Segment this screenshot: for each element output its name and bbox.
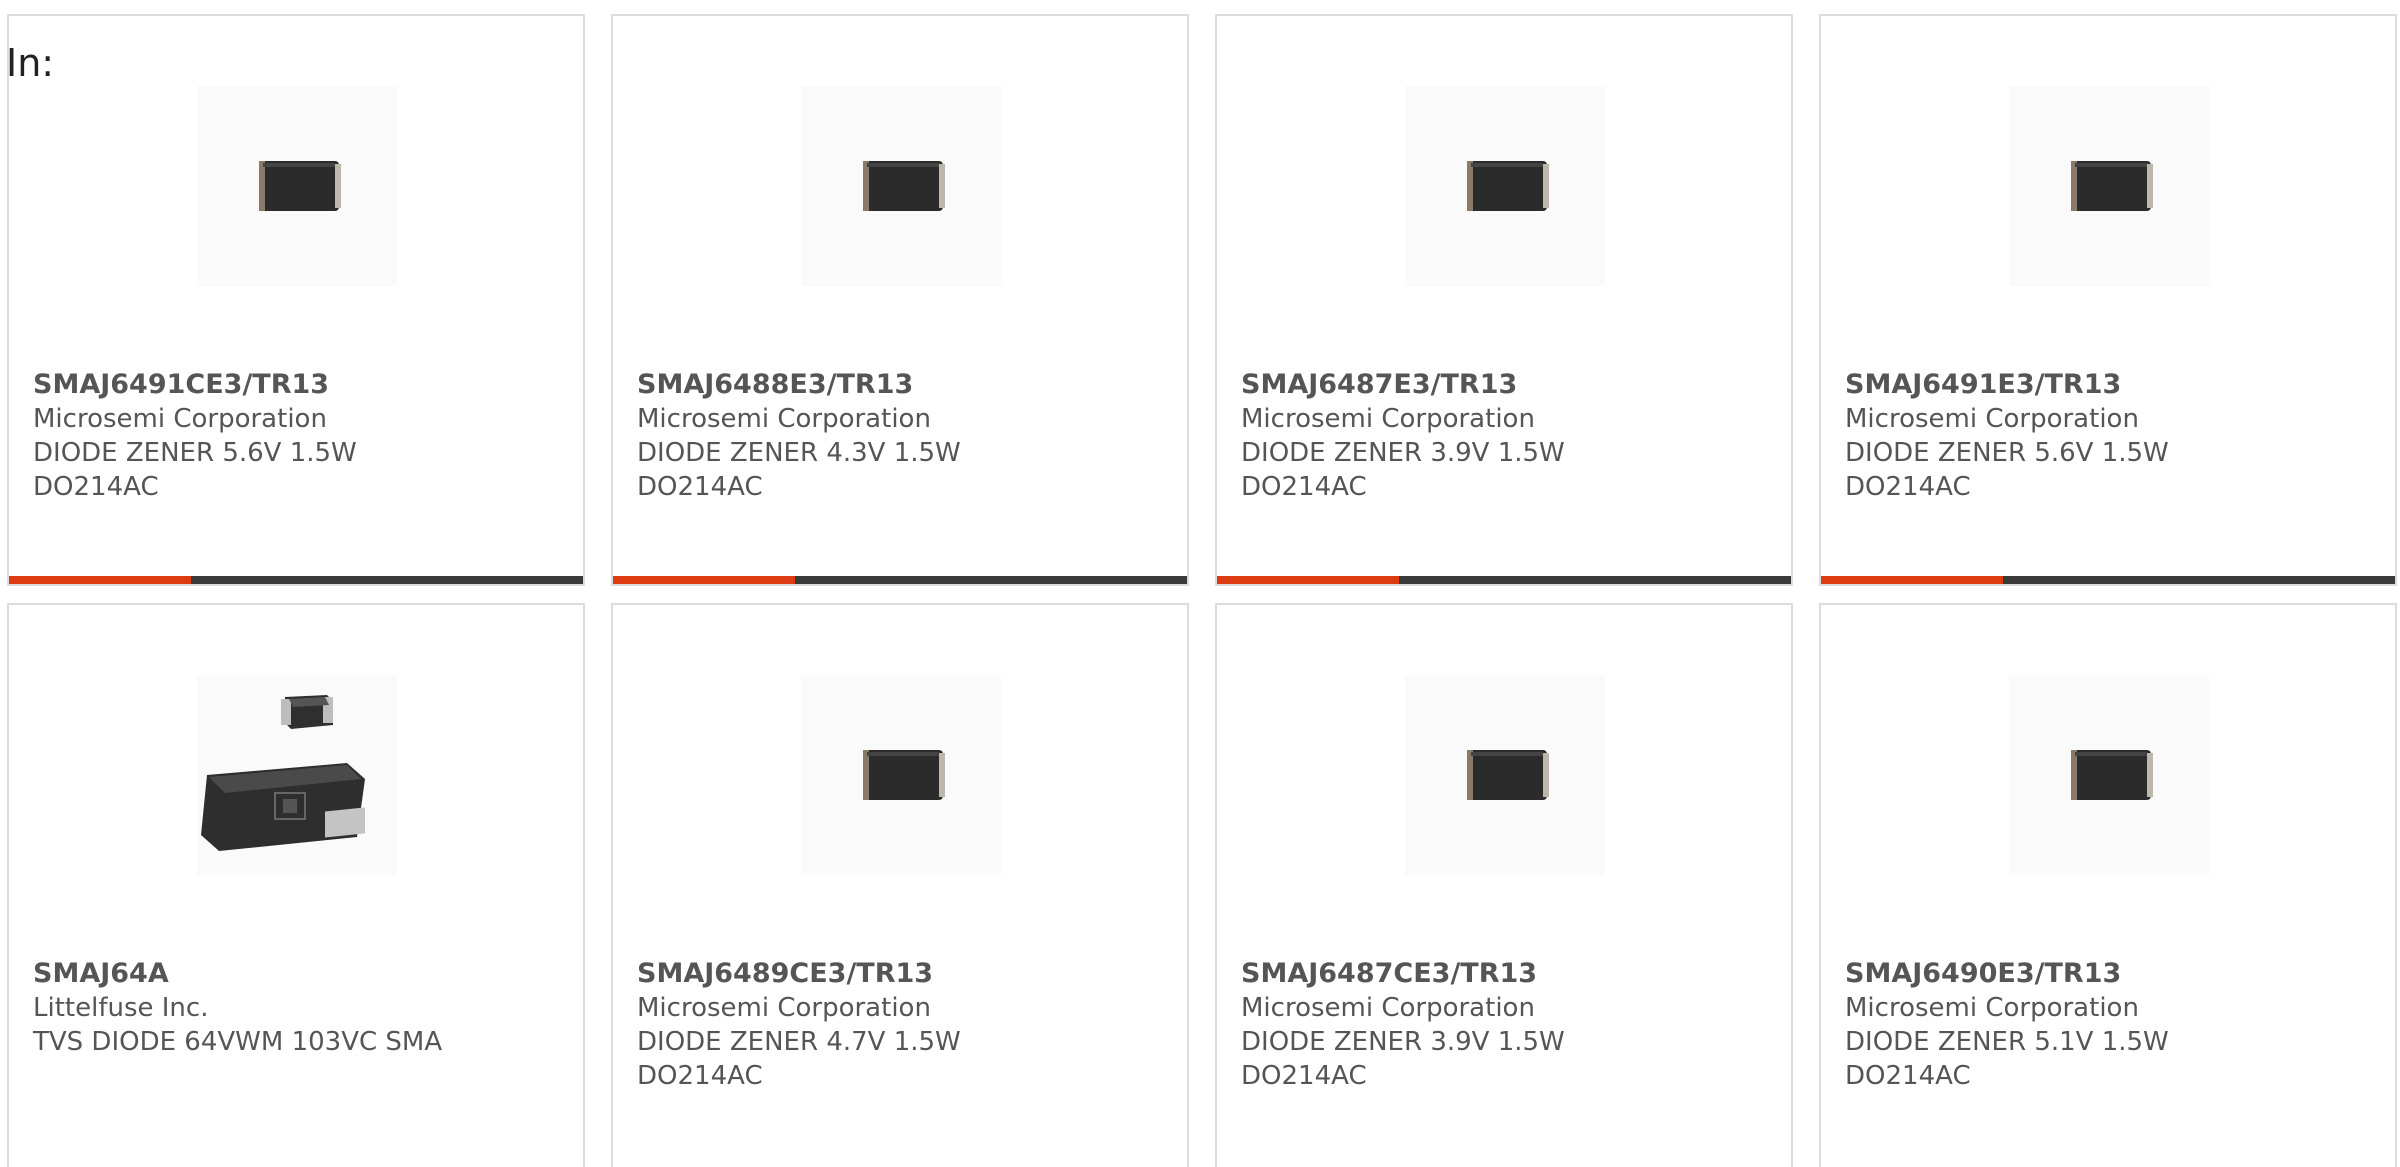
part-number-link[interactable]: SMAJ6489CE3/TR13 xyxy=(637,957,1177,991)
product-info: SMAJ6487CE3/TR13 Microsemi Corporation D… xyxy=(1241,957,1781,1093)
product-info: SMAJ6491E3/TR13 Microsemi Corporation DI… xyxy=(1845,368,2385,504)
manufacturer: Microsemi Corporation xyxy=(637,404,931,434)
description: DIODE ZENER 4.7V 1.5W xyxy=(637,1027,961,1057)
part-number-link[interactable]: SMAJ6488E3/TR13 xyxy=(637,368,1177,402)
package: DO214AC xyxy=(1241,472,1367,502)
description: DIODE ZENER 3.9V 1.5W xyxy=(1241,438,1565,468)
product-info: SMAJ6488E3/TR13 Microsemi Corporation DI… xyxy=(637,368,1177,504)
product-info: SMAJ6491CE3/TR13 Microsemi Corporation D… xyxy=(33,368,573,504)
product-info: SMAJ6489CE3/TR13 Microsemi Corporation D… xyxy=(637,957,1177,1093)
description: DIODE ZENER 3.9V 1.5W xyxy=(1241,1027,1565,1057)
product-card[interactable]: SMAJ64A Littelfuse Inc. TVS DIODE 64VWM … xyxy=(7,603,585,1167)
product-card[interactable]: SMAJ6487CE3/TR13 Microsemi Corporation D… xyxy=(1215,603,1793,1167)
tvs-diode-package-icon[interactable] xyxy=(197,675,397,875)
product-info: SMAJ64A Littelfuse Inc. TVS DIODE 64VWM … xyxy=(33,957,573,1059)
product-info: SMAJ6490E3/TR13 Microsemi Corporation DI… xyxy=(1845,957,2385,1093)
package: DO214AC xyxy=(1845,472,1971,502)
description: DIODE ZENER 5.6V 1.5W xyxy=(1845,438,2169,468)
card-accent xyxy=(613,576,795,584)
manufacturer: Microsemi Corporation xyxy=(1845,993,2139,1023)
card-bottom-bar xyxy=(1217,576,1791,584)
part-number-link[interactable]: SMAJ6487CE3/TR13 xyxy=(1241,957,1781,991)
description: TVS DIODE 64VWM 103VC SMA xyxy=(33,1027,443,1057)
product-card[interactable]: SMAJ6490E3/TR13 Microsemi Corporation DI… xyxy=(1819,603,2397,1167)
description: DIODE ZENER 5.1V 1.5W xyxy=(1845,1027,2169,1057)
manufacturer: Microsemi Corporation xyxy=(1845,404,2139,434)
description: DIODE ZENER 4.3V 1.5W xyxy=(637,438,961,468)
part-number-link[interactable]: SMAJ64A xyxy=(33,957,573,991)
filter-label: In: xyxy=(6,41,55,85)
card-accent xyxy=(9,576,191,584)
card-bottom-bar xyxy=(1821,576,2395,584)
smd-diode-icon[interactable] xyxy=(801,86,1001,286)
manufacturer: Microsemi Corporation xyxy=(33,404,327,434)
product-card[interactable]: SMAJ6487E3/TR13 Microsemi Corporation DI… xyxy=(1215,14,1793,586)
manufacturer: Littelfuse Inc. xyxy=(33,993,209,1023)
product-card[interactable]: SMAJ6491E3/TR13 Microsemi Corporation DI… xyxy=(1819,14,2397,586)
card-accent xyxy=(1821,576,2003,584)
smd-diode-icon[interactable] xyxy=(801,675,1001,875)
smd-diode-icon[interactable] xyxy=(1405,86,1605,286)
product-card[interactable]: SMAJ6491CE3/TR13 Microsemi Corporation D… xyxy=(7,14,585,586)
product-grid-page: In: SMAJ6491CE3/TR13 Microsemi Corporati… xyxy=(0,0,2400,1167)
package: DO214AC xyxy=(1241,1061,1367,1091)
smd-diode-icon[interactable] xyxy=(197,86,397,286)
smd-diode-icon[interactable] xyxy=(2009,86,2209,286)
smd-diode-icon[interactable] xyxy=(1405,675,1605,875)
part-number-link[interactable]: SMAJ6487E3/TR13 xyxy=(1241,368,1781,402)
package: DO214AC xyxy=(637,1061,763,1091)
package: DO214AC xyxy=(33,472,159,502)
part-number-link[interactable]: SMAJ6491CE3/TR13 xyxy=(33,368,573,402)
part-number-link[interactable]: SMAJ6491E3/TR13 xyxy=(1845,368,2385,402)
card-accent xyxy=(1217,576,1399,584)
package: DO214AC xyxy=(1845,1061,1971,1091)
manufacturer: Microsemi Corporation xyxy=(1241,993,1535,1023)
card-bottom-bar xyxy=(9,576,583,584)
description: DIODE ZENER 5.6V 1.5W xyxy=(33,438,357,468)
manufacturer: Microsemi Corporation xyxy=(1241,404,1535,434)
package: DO214AC xyxy=(637,472,763,502)
manufacturer: Microsemi Corporation xyxy=(637,993,931,1023)
product-card[interactable]: SMAJ6488E3/TR13 Microsemi Corporation DI… xyxy=(611,14,1189,586)
card-bottom-bar xyxy=(613,576,1187,584)
smd-diode-icon[interactable] xyxy=(2009,675,2209,875)
product-card[interactable]: SMAJ6489CE3/TR13 Microsemi Corporation D… xyxy=(611,603,1189,1167)
product-info: SMAJ6487E3/TR13 Microsemi Corporation DI… xyxy=(1241,368,1781,504)
part-number-link[interactable]: SMAJ6490E3/TR13 xyxy=(1845,957,2385,991)
